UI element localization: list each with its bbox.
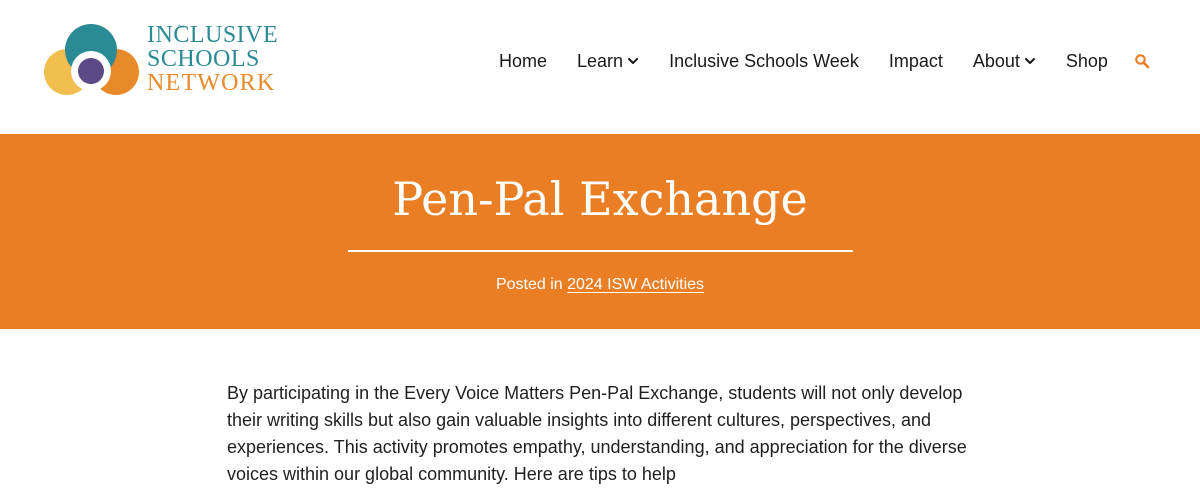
site-header: INCLUSIVE SCHOOLS NETWORK ™ Home Learn I… <box>0 0 1200 134</box>
chevron-down-icon <box>628 58 639 64</box>
nav-impact[interactable]: Impact <box>889 51 943 72</box>
article-paragraph: By participating in the Every Voice Matt… <box>227 383 967 484</box>
nav-isw-label: Inclusive Schools Week <box>669 50 859 71</box>
logo-line-schools: SCHOOLS <box>147 46 260 72</box>
nav-home[interactable]: Home <box>499 51 547 72</box>
nav-home-label: Home <box>499 50 548 71</box>
nav-about[interactable]: About <box>973 51 1036 72</box>
site-logo[interactable]: INCLUSIVE SCHOOLS NETWORK ™ <box>44 22 294 102</box>
logo-wordmark: INCLUSIVE SCHOOLS NETWORK <box>147 23 278 95</box>
search-icon <box>1135 54 1150 69</box>
nav-learn[interactable]: Learn <box>577 51 639 72</box>
search-button[interactable] <box>1133 52 1151 70</box>
nav-shop[interactable]: Shop <box>1066 51 1108 72</box>
category-link[interactable]: 2024 ISW Activities <box>567 276 704 293</box>
article-body: By participating in the Every Voice Matt… <box>227 380 967 488</box>
posted-in-label: Posted in <box>495 276 563 293</box>
nav-inclusive-schools-week[interactable]: Inclusive Schools Week <box>669 51 859 72</box>
title-divider <box>348 250 853 252</box>
page-hero: Pen-Pal Exchange Posted in 2024 ISW Acti… <box>0 134 1200 329</box>
logo-mark-icon <box>44 24 139 95</box>
main-nav: Home Learn Inclusive Schools Week Impact… <box>499 48 1151 74</box>
nav-learn-label: Learn <box>577 50 624 71</box>
logo-line-inclusive: INCLUSIVE <box>147 22 279 48</box>
logo-line-network: NETWORK <box>147 70 276 96</box>
nav-shop-label: Shop <box>1065 50 1108 71</box>
logo-trademark: ™ <box>177 25 184 32</box>
nav-impact-label: Impact <box>888 50 943 71</box>
post-meta: Posted in 2024 ISW Activities <box>0 276 1200 294</box>
page-title: Pen-Pal Exchange <box>392 172 808 226</box>
nav-about-label: About <box>972 50 1020 71</box>
chevron-down-icon <box>1024 58 1035 64</box>
